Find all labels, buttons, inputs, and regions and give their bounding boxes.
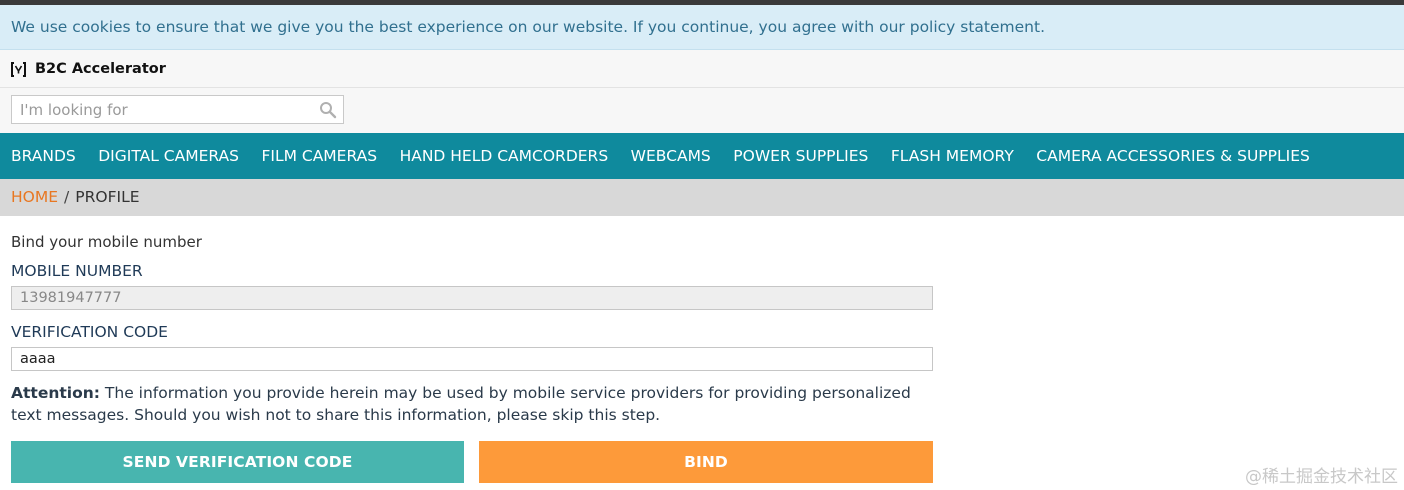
mobile-number-field[interactable] <box>11 286 933 310</box>
nav-item-camera-accessories[interactable]: CAMERA ACCESSORIES & SUPPLIES <box>1036 147 1310 165</box>
attention-text: The information you provide herein may b… <box>11 384 911 424</box>
send-verification-code-button[interactable]: SEND VERIFICATION CODE <box>11 441 464 483</box>
search-bar <box>0 88 1404 133</box>
category-nav: BRANDS DIGITAL CAMERAS FILM CAMERAS HAND… <box>0 133 1404 179</box>
category-nav-list: BRANDS DIGITAL CAMERAS FILM CAMERAS HAND… <box>11 133 1332 179</box>
nav-item-film-cameras[interactable]: FILM CAMERAS <box>261 147 377 165</box>
attention-label: Attention: <box>11 384 100 402</box>
nav-item-brands[interactable]: BRANDS <box>11 147 76 165</box>
site-header: B2C Accelerator <box>0 50 1404 88</box>
watermark: @稀土掘金技术社区 <box>1245 467 1398 487</box>
search-box <box>11 95 344 124</box>
verification-code-field[interactable] <box>11 347 933 371</box>
breadcrumb-separator: / <box>64 188 70 206</box>
attention-notice: Attention: The information you provide h… <box>11 382 941 426</box>
search-icon[interactable] <box>319 101 337 119</box>
breadcrumb-trail: HOME / PROFILE <box>11 188 140 206</box>
store-logo-icon[interactable] <box>10 61 27 78</box>
cookie-notice-text: We use cookies to ensure that we give yo… <box>11 18 1046 36</box>
search-input[interactable] <box>12 96 312 123</box>
breadcrumb-home-link[interactable]: HOME <box>11 188 58 206</box>
nav-item-digital-cameras[interactable]: DIGITAL CAMERAS <box>98 147 239 165</box>
bind-button[interactable]: BIND <box>479 441 933 483</box>
breadcrumb-current: PROFILE <box>75 188 140 206</box>
cookie-notice: We use cookies to ensure that we give yo… <box>0 5 1404 50</box>
form-intro: Bind your mobile number <box>11 233 202 251</box>
verification-code-label: VERIFICATION CODE <box>11 323 168 341</box>
nav-item-power-supplies[interactable]: POWER SUPPLIES <box>733 147 868 165</box>
mobile-number-label: MOBILE NUMBER <box>11 262 143 280</box>
nav-item-hand-held-camcorders[interactable]: HAND HELD CAMCORDERS <box>400 147 609 165</box>
nav-item-flash-memory[interactable]: FLASH MEMORY <box>891 147 1014 165</box>
nav-item-webcams[interactable]: WEBCAMS <box>631 147 711 165</box>
breadcrumb: HOME / PROFILE <box>0 179 1404 216</box>
brand-name[interactable]: B2C Accelerator <box>35 61 166 77</box>
